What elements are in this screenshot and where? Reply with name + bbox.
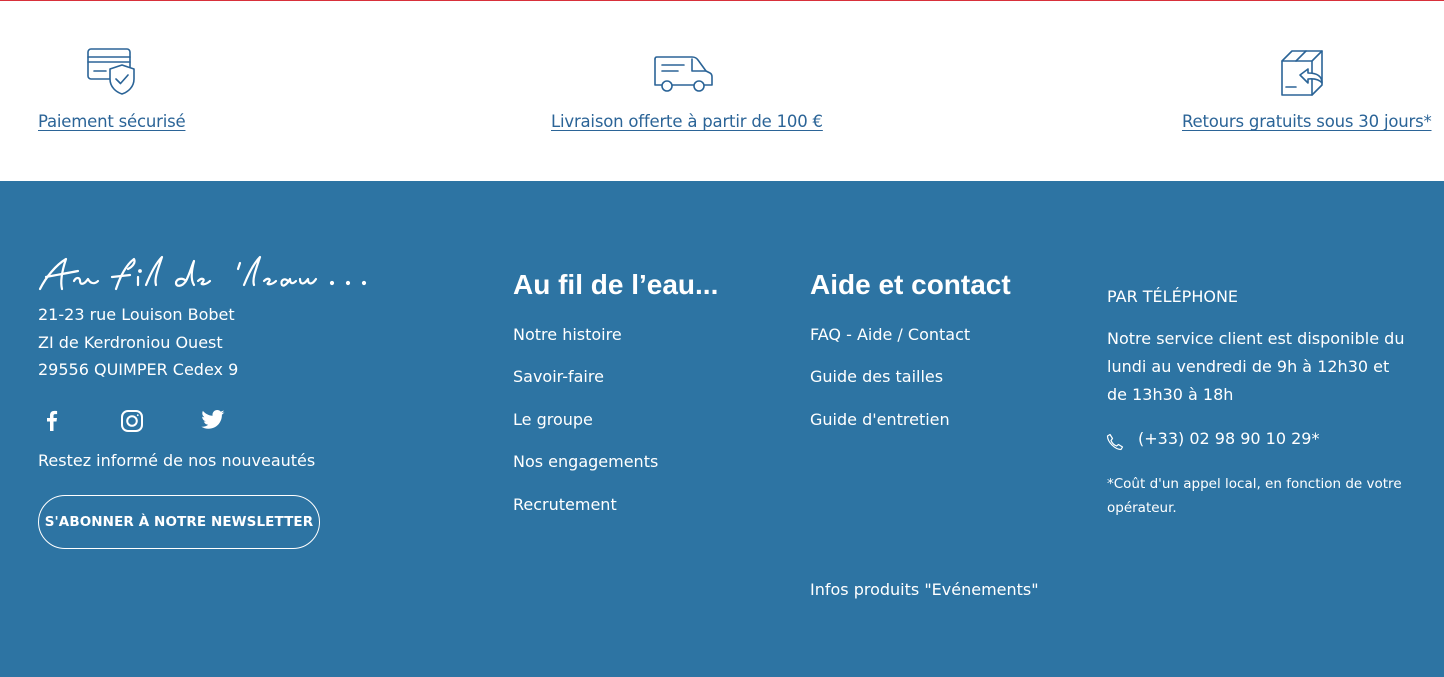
footer-link-care-guide[interactable]: Guide d'entretien [810, 410, 950, 429]
delivery-van-icon [654, 56, 713, 92]
address-line: 29556 QUIMPER Cedex 9 [38, 360, 239, 379]
secure-payment-link[interactable]: Paiement sécurisé [38, 112, 186, 131]
return-box-icon [1281, 50, 1323, 96]
phone-heading: PAR TÉLÉPHONE [1107, 287, 1239, 306]
brand-logo[interactable] [38, 255, 373, 295]
footer-link-nos-engagements[interactable]: Nos engagements [513, 452, 658, 471]
help-column-title: Aide et contact [810, 269, 1011, 300]
site-footer: 21-23 rue Louison Bobet ZI de Kerdroniou… [0, 181, 1444, 677]
footer-link-recrutement[interactable]: Recrutement [513, 495, 617, 514]
free-delivery-link[interactable]: Livraison offerte à partir de 100 € [551, 112, 823, 131]
twitter-icon[interactable] [201, 409, 225, 431]
newsletter-text: Restez informé de nos nouveautés [38, 451, 316, 470]
facebook-icon[interactable] [42, 409, 60, 431]
company-address: 21-23 rue Louison Bobet ZI de Kerdroniou… [38, 301, 238, 384]
phone-number-link[interactable]: (+33) 02 98 90 10 29* [1138, 429, 1319, 448]
brand-column-title: Au fil de l’eau... [513, 269, 719, 300]
reassurance-bar: Paiement sécurisé Livraison offerte à pa… [0, 1, 1444, 181]
phone-icon [1106, 433, 1124, 451]
phone-description: Notre service client est disponible du l… [1107, 329, 1405, 404]
footer-link-savoir-faire[interactable]: Savoir-faire [513, 367, 604, 386]
instagram-icon[interactable] [120, 409, 144, 433]
footer-link-product-events[interactable]: Infos produits "Evénements" [810, 580, 1039, 599]
footer-link-size-guide[interactable]: Guide des tailles [810, 367, 943, 386]
free-returns-link[interactable]: Retours gratuits sous 30 jours* [1182, 112, 1432, 131]
secure-card-icon [87, 48, 135, 95]
newsletter-subscribe-button[interactable]: S'ABONNER À NOTRE NEWSLETTER [38, 495, 320, 549]
phone-cost-note: *Coût d'un appel local, en fonction de v… [1107, 476, 1402, 516]
address-line: 21-23 rue Louison Bobet [38, 305, 235, 324]
footer-link-faq[interactable]: FAQ - Aide / Contact [810, 325, 970, 344]
footer-link-notre-histoire[interactable]: Notre histoire [513, 325, 622, 344]
address-line: ZI de Kerdroniou Ouest [38, 332, 223, 352]
footer-link-le-groupe[interactable]: Le groupe [513, 410, 593, 429]
